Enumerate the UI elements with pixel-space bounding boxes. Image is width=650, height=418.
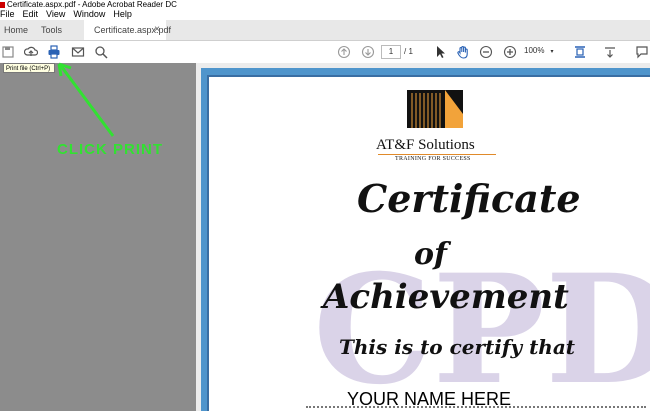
- upload-cloud-icon[interactable]: [23, 44, 39, 60]
- menu-view[interactable]: View: [46, 9, 65, 19]
- search-icon[interactable]: [93, 44, 109, 60]
- zoom-level: 100%: [524, 46, 545, 55]
- page-number-input[interactable]: 1: [381, 45, 401, 59]
- hand-tool-icon[interactable]: [455, 44, 471, 60]
- certificate-title: Certificate: [357, 176, 581, 221]
- menu-help[interactable]: Help: [113, 9, 132, 19]
- zoom-out-icon[interactable]: [478, 44, 494, 60]
- menu-file[interactable]: File: [0, 9, 15, 19]
- print-icon: [48, 45, 60, 59]
- name-dotted-line: [306, 406, 646, 408]
- tab-home[interactable]: Home: [4, 20, 28, 40]
- tab-tools[interactable]: Tools: [41, 20, 62, 40]
- next-page-icon[interactable]: [360, 44, 376, 60]
- tab-document[interactable]: Certificate.aspx.pdf ×: [84, 20, 171, 40]
- email-icon[interactable]: [70, 44, 86, 60]
- fit-page-icon[interactable]: [572, 44, 588, 60]
- print-tooltip: Print file (Ctrl+P): [3, 63, 55, 73]
- comment-icon[interactable]: [634, 44, 650, 60]
- annotation-label: CLICK PRINT: [57, 141, 163, 158]
- company-name: AT&F Solutions: [376, 137, 475, 153]
- company-tagline: TRAINING FOR SUCCESS: [395, 156, 471, 162]
- zoom-in-icon[interactable]: [502, 44, 518, 60]
- previous-page-icon[interactable]: [336, 44, 352, 60]
- window-titlebar: Certificate.aspx.pdf - Adobe Acrobat Rea…: [0, 0, 650, 9]
- scroll-mode-icon[interactable]: [602, 44, 618, 60]
- company-logo: [407, 90, 463, 128]
- certificate-subtitle: Achievement: [323, 277, 569, 317]
- print-button[interactable]: [46, 44, 62, 60]
- tab-close-icon[interactable]: ×: [154, 20, 160, 40]
- acrobat-app-icon: [0, 1, 5, 8]
- chevron-down-icon: ▾: [550, 49, 554, 55]
- tab-bar: Home Tools Certificate.aspx.pdf ×: [0, 20, 650, 41]
- menu-window[interactable]: Window: [73, 9, 105, 19]
- select-cursor-icon[interactable]: [432, 44, 448, 60]
- annotation-arrow: [57, 62, 115, 137]
- menu-bar: File Edit View Window Help: [0, 9, 650, 20]
- page-total: / 1: [404, 47, 413, 56]
- brand-underline: [378, 154, 496, 155]
- zoom-level-select[interactable]: 100% ▾: [524, 45, 560, 57]
- window-title: Certificate.aspx.pdf - Adobe Acrobat Rea…: [7, 0, 177, 9]
- menu-edit[interactable]: Edit: [23, 9, 39, 19]
- certificate-of: of: [414, 237, 447, 272]
- save-icon[interactable]: [0, 44, 16, 60]
- certify-text: This is to certify that: [339, 335, 576, 359]
